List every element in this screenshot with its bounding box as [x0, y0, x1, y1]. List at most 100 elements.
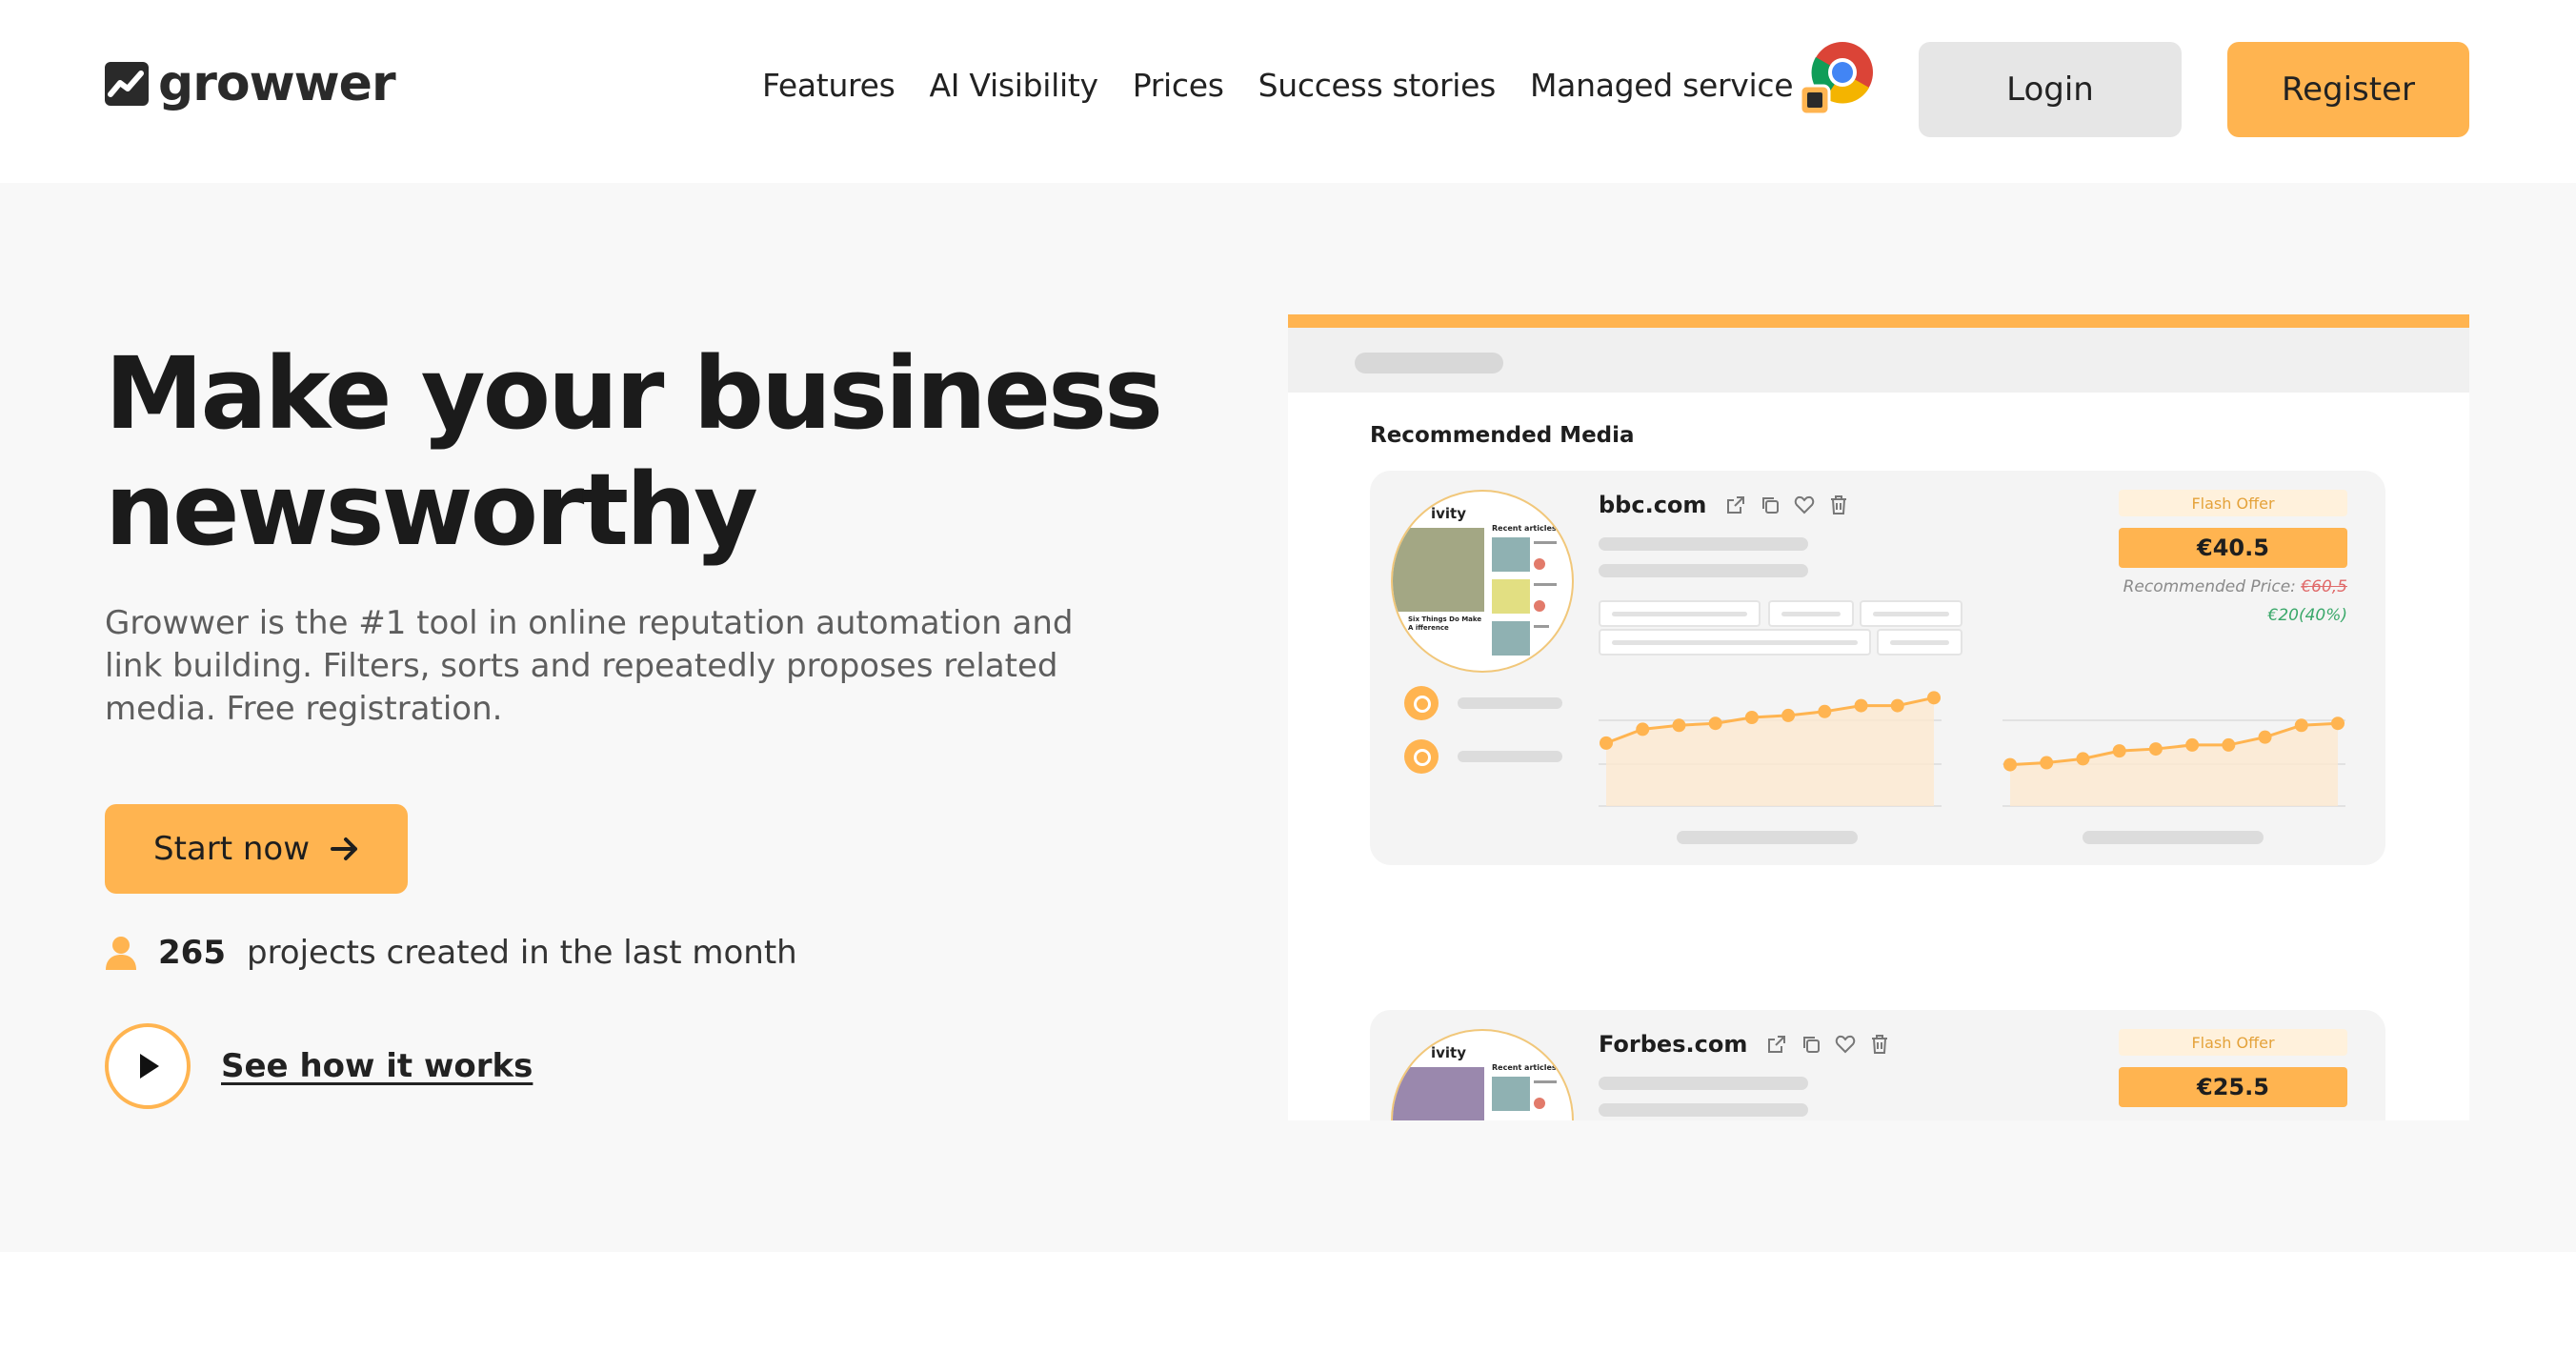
user-icon	[106, 937, 136, 970]
thumbnail-recent-label: Recent articles	[1492, 524, 1557, 533]
thumbnail-dot	[1534, 1098, 1545, 1109]
domain-row: Forbes.com	[1599, 1031, 1890, 1058]
growwer-logo-icon	[105, 62, 149, 106]
thumbnail-image	[1393, 528, 1484, 612]
old-price: €60,5	[2301, 577, 2347, 596]
thumbnail-image	[1492, 579, 1530, 614]
placeholder-chip	[1877, 629, 1962, 656]
stat-row	[1404, 686, 1562, 720]
domain-name: bbc.com	[1599, 492, 1707, 518]
chart-point	[2185, 737, 2200, 752]
hero-description: Growwer is the #1 tool in online reputat…	[105, 604, 1074, 728]
trash-icon[interactable]	[1828, 494, 1849, 515]
recommended-price-label: Recommended Price:	[2123, 577, 2296, 596]
see-how-it-works-label[interactable]: See how it works	[221, 1047, 533, 1085]
thumbnail-text-line	[1534, 541, 1557, 544]
placeholder-chip	[1599, 600, 1761, 627]
thumbnail-dot	[1534, 558, 1545, 570]
chart-point	[1854, 698, 1868, 713]
thumbnail-recent-label: Recent articles	[1492, 1063, 1557, 1072]
chart-point	[1672, 718, 1686, 733]
external-link-icon[interactable]	[1766, 1034, 1787, 1055]
chart-point	[2222, 737, 2236, 752]
external-link-icon[interactable]	[1725, 494, 1746, 515]
mockup-placeholder-pill	[1355, 353, 1503, 373]
placeholder-bar	[1599, 564, 1808, 577]
placeholder-chip	[1860, 600, 1962, 627]
start-now-button[interactable]: Start now	[105, 804, 408, 894]
trash-icon[interactable]	[1869, 1034, 1890, 1055]
register-button[interactable]: Register	[2227, 42, 2469, 137]
chart-point	[1927, 691, 1941, 705]
copy-icon[interactable]	[1801, 1034, 1821, 1055]
nav-prices[interactable]: Prices	[1133, 67, 1224, 104]
chart-caption-placeholder	[1677, 831, 1858, 844]
stat-row	[1404, 739, 1562, 774]
projects-stat: 265 projects created in the last month	[105, 934, 797, 972]
stat-placeholder-bar	[1458, 751, 1562, 762]
domain-name: Forbes.com	[1599, 1031, 1748, 1058]
thumbnail-caption: Six Things Do Make A ifference	[1408, 615, 1482, 632]
hero-section: Make your business newsworthy Growwer is…	[0, 183, 2576, 1252]
nav-managed-service[interactable]: Managed service	[1530, 67, 1794, 104]
chart-point	[1818, 704, 1832, 718]
brand-logo[interactable]: growwer	[105, 59, 396, 109]
thumbnail-image	[1492, 537, 1530, 572]
hero-title: Make your business newsworthy	[105, 335, 1163, 568]
main-nav: Features AI Visibility Prices Success st…	[762, 67, 1794, 104]
media-card: ivity Recent articles Six Things Do Make…	[1370, 471, 2385, 865]
mockup-accent-bar	[1288, 314, 2469, 328]
chart-point	[1744, 711, 1759, 724]
chrome-extension-icon[interactable]	[1797, 40, 1875, 118]
nav-features[interactable]: Features	[762, 67, 896, 104]
lightbulb-icon	[1404, 686, 1439, 720]
placeholder-bar	[1599, 1103, 1808, 1117]
chart-point	[1781, 708, 1796, 722]
media-card: ivity Recent articles Forbes.com Flash O…	[1370, 1010, 2385, 1120]
media-thumbnail: ivity Recent articles	[1391, 1029, 1574, 1120]
chart-point	[2112, 744, 2126, 758]
heart-icon[interactable]	[1835, 1034, 1856, 1055]
thumbnail-dot	[1534, 600, 1545, 612]
login-button[interactable]: Login	[1919, 42, 2182, 137]
mockup-toolbar	[1288, 328, 2469, 393]
chart-caption-placeholder	[2083, 831, 2264, 844]
thumbnail-text-line	[1534, 583, 1557, 586]
heart-icon[interactable]	[1794, 494, 1815, 515]
site-header: growwer Features AI Visibility Prices Su…	[0, 0, 2576, 183]
copy-icon[interactable]	[1760, 494, 1781, 515]
start-now-label: Start now	[152, 830, 311, 868]
chart-point	[2258, 730, 2272, 744]
thumbnail-title: ivity	[1431, 505, 1467, 522]
placeholder-chip	[1599, 629, 1871, 656]
chart-point	[1890, 698, 1904, 713]
price-tag[interactable]: €40.5	[2119, 528, 2347, 568]
flash-offer-badge: Flash Offer	[2119, 1029, 2347, 1056]
chart-point	[2076, 752, 2090, 766]
stat-placeholder-bar	[1458, 697, 1562, 709]
nav-success-stories[interactable]: Success stories	[1258, 67, 1497, 104]
chart-point	[2148, 742, 2163, 757]
thumbnail-image	[1492, 1077, 1530, 1111]
flash-offer-badge: Flash Offer	[2119, 490, 2347, 516]
nav-ai-visibility[interactable]: AI Visibility	[930, 67, 1099, 104]
placeholder-bar	[1599, 537, 1808, 551]
thumbnail-text-line	[1534, 625, 1549, 628]
clock-icon	[1404, 739, 1439, 774]
chart-point	[2040, 756, 2054, 770]
traffic-chart	[1599, 691, 1942, 807]
projects-count: 265	[158, 934, 226, 972]
projects-text: projects created in the last month	[246, 934, 797, 972]
domain-row: bbc.com	[1599, 492, 1849, 518]
discount-amount: €20(40%)	[2267, 606, 2348, 625]
chart-point	[1600, 736, 1613, 750]
see-how-it-works-link[interactable]: See how it works	[105, 1023, 533, 1109]
authority-chart	[2002, 716, 2345, 807]
chart-area	[1606, 697, 1934, 806]
chart-point	[1636, 722, 1650, 736]
chart-point	[1708, 716, 1722, 731]
price-tag[interactable]: €25.5	[2119, 1067, 2347, 1107]
recommended-price: Recommended Price: €60,5	[2123, 577, 2347, 596]
thumbnail-image	[1393, 1067, 1484, 1120]
play-icon[interactable]	[105, 1023, 191, 1109]
